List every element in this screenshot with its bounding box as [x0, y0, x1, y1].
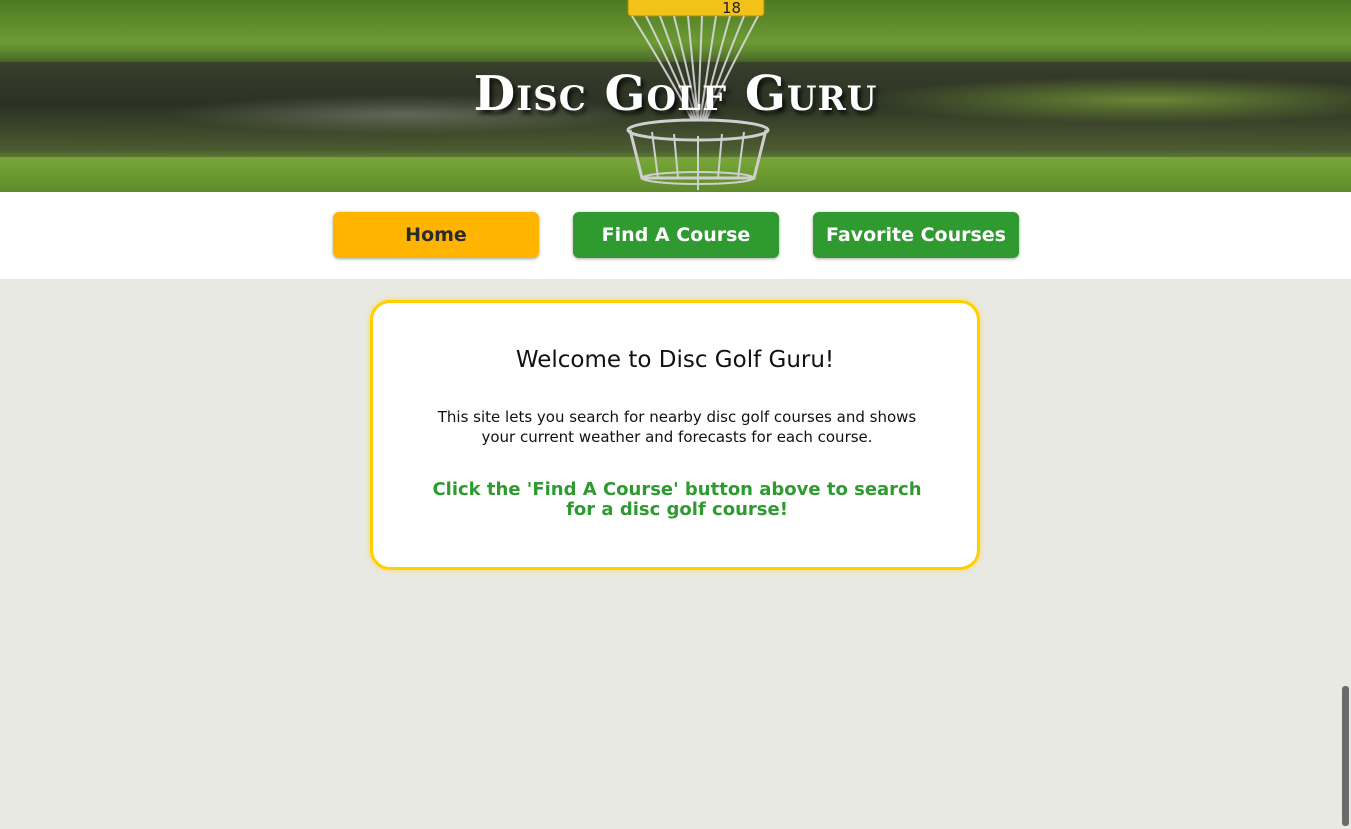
main-navigation: Home Find A Course Favorite Courses [0, 192, 1351, 279]
welcome-card: Welcome to Disc Golf Guru! This site let… [370, 300, 980, 570]
page: 18 Disc Golf Guru Home Find A Course Fav… [0, 0, 1351, 829]
hero-banner: 18 Disc Golf Guru [0, 0, 1351, 192]
welcome-description: This site lets you search for nearby dis… [437, 408, 917, 446]
basket-number: 18 [722, 0, 741, 17]
welcome-heading: Welcome to Disc Golf Guru! [515, 347, 835, 373]
scrollbar-thumb[interactable] [1342, 686, 1349, 826]
nav-find-course-button[interactable]: Find A Course [573, 212, 779, 258]
site-title: Disc Golf Guru [473, 66, 878, 122]
nav-favorite-courses-button[interactable]: Favorite Courses [813, 212, 1019, 258]
nav-home-button[interactable]: Home [333, 212, 539, 258]
welcome-call-to-action: Click the 'Find A Course' button above t… [432, 479, 922, 520]
